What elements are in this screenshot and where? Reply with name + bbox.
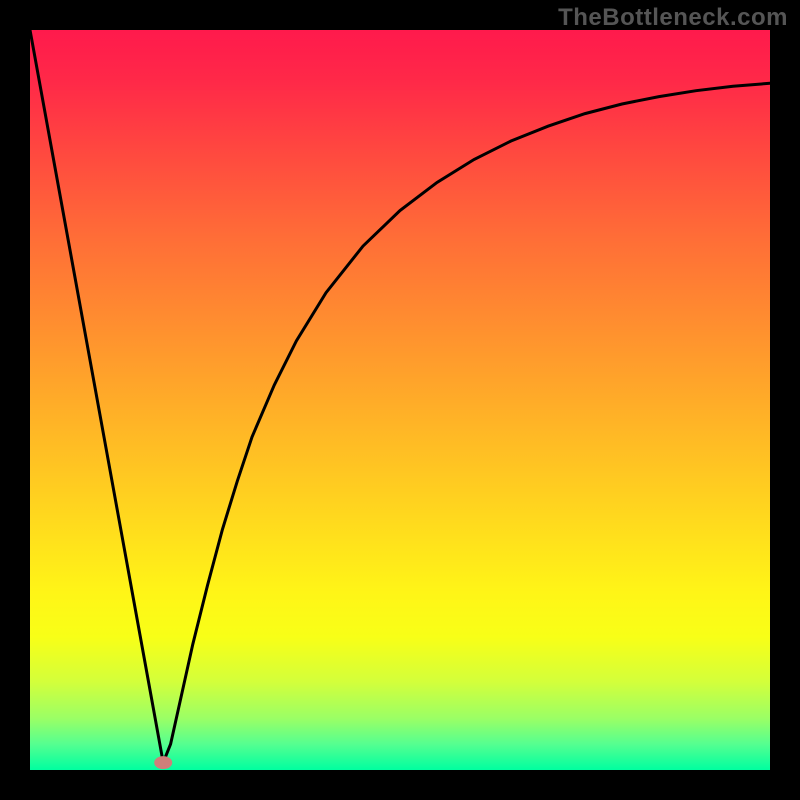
chart-svg [30,30,770,770]
optimum-marker [154,756,172,769]
gradient-background [30,30,770,770]
chart-frame: TheBottleneck.com [0,0,800,800]
watermark-text: TheBottleneck.com [558,4,788,32]
plot-area [30,30,770,770]
